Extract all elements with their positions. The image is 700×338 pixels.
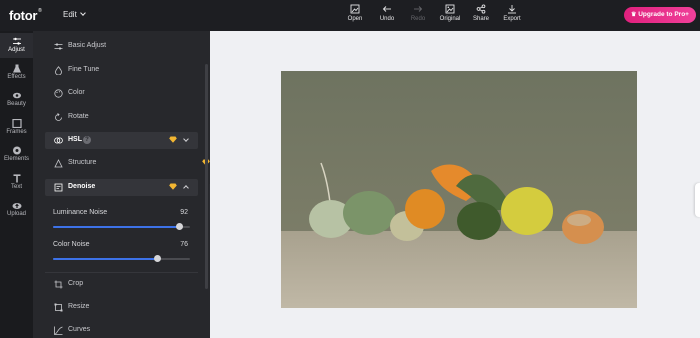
download-icon: [508, 5, 516, 14]
upgrade-button[interactable]: ♛ Upgrade to Pro+: [624, 7, 696, 23]
top-bar: fotor® Edit Open Undo Redo Original Shar…: [0, 0, 700, 31]
drop-icon: [55, 66, 62, 75]
image-compare-icon: [445, 4, 455, 14]
section-rotate[interactable]: Rotate: [45, 109, 231, 126]
rail-item-frames[interactable]: Frames: [0, 119, 33, 135]
section-fine-tune[interactable]: Fine Tune: [45, 62, 231, 79]
image-icon: [350, 4, 360, 14]
section-basic-adjust[interactable]: Basic Adjust: [45, 38, 231, 55]
luminance-noise-slider[interactable]: [53, 223, 190, 230]
panel-scrollbar[interactable]: [205, 64, 208, 289]
section-structure[interactable]: Structure: [45, 155, 231, 172]
edited-photo[interactable]: [281, 71, 637, 308]
sliders-icon: [12, 37, 21, 45]
luminance-noise-value: 92: [180, 209, 188, 216]
crop-icon: [54, 280, 63, 289]
rotate-icon: [55, 113, 62, 121]
text-icon: [13, 174, 20, 183]
shapes-icon: [12, 146, 21, 155]
color-noise-slider[interactable]: [53, 255, 190, 262]
edit-menu[interactable]: Edit: [63, 10, 86, 19]
color-noise-label: Color Noise: [53, 241, 90, 248]
rail-item-text[interactable]: Text: [0, 174, 33, 190]
rail-item-effects[interactable]: Effects: [0, 64, 33, 80]
cloud-upload-icon: [12, 203, 21, 209]
eye-icon: [12, 92, 21, 99]
chevron-up-icon: [183, 185, 189, 191]
share-button[interactable]: Share: [466, 4, 496, 22]
section-color[interactable]: Color: [45, 85, 231, 102]
divider: [45, 272, 198, 273]
fotor-logo[interactable]: fotor®: [9, 8, 42, 23]
frame-icon: [11, 119, 22, 128]
rail-item-beauty[interactable]: Beauty: [0, 91, 33, 107]
slider-fill: [53, 226, 180, 228]
crown-icon: ♛: [631, 12, 637, 18]
curve-icon: [54, 326, 63, 335]
section-curves[interactable]: Curves: [45, 322, 231, 338]
redo-button[interactable]: Redo: [403, 4, 433, 22]
chevron-down-icon: [183, 136, 189, 142]
pro-diamond-icon: [169, 136, 177, 143]
section-denoise[interactable]: Denoise: [45, 179, 198, 196]
flask-icon: [12, 64, 21, 73]
section-hsl[interactable]: HSL ?: [45, 132, 198, 149]
still-life-image: [281, 71, 637, 308]
section-resize[interactable]: Resize: [45, 299, 231, 316]
color-noise-value: 76: [180, 241, 188, 248]
luminance-noise-label: Luminance Noise: [53, 209, 108, 216]
undo-button[interactable]: Undo: [372, 4, 402, 22]
redo-arrow-icon: [414, 6, 423, 12]
denoise-icon: [54, 183, 63, 192]
pro-diamond-icon: [169, 183, 177, 190]
export-button[interactable]: Export: [497, 4, 527, 22]
section-crop[interactable]: Crop: [45, 276, 231, 293]
editing-canvas: [210, 31, 700, 338]
slider-fill: [53, 258, 158, 260]
original-button[interactable]: Original: [435, 4, 465, 22]
triangle-icon: [54, 159, 63, 168]
fotor-editor: fotor® Edit Open Undo Redo Original Shar…: [0, 0, 700, 338]
circles-icon: [54, 137, 63, 144]
chevron-down-icon: [79, 10, 86, 16]
tool-rail: Adjust Effects Beauty Frames Elements Te…: [0, 31, 33, 338]
slider-handle[interactable]: [176, 223, 184, 230]
help-icon[interactable]: ?: [83, 136, 91, 144]
right-panel-handle[interactable]: [695, 183, 700, 217]
rail-item-adjust[interactable]: Adjust: [0, 33, 33, 58]
palette-icon: [54, 89, 63, 98]
resize-icon: [54, 303, 63, 312]
rail-item-upload[interactable]: Upload: [0, 201, 33, 217]
rail-item-elements[interactable]: Elements: [0, 146, 33, 162]
sliders-icon: [54, 43, 63, 50]
undo-arrow-icon: [382, 6, 391, 12]
share-icon: [476, 4, 486, 14]
open-button[interactable]: Open: [340, 4, 370, 22]
